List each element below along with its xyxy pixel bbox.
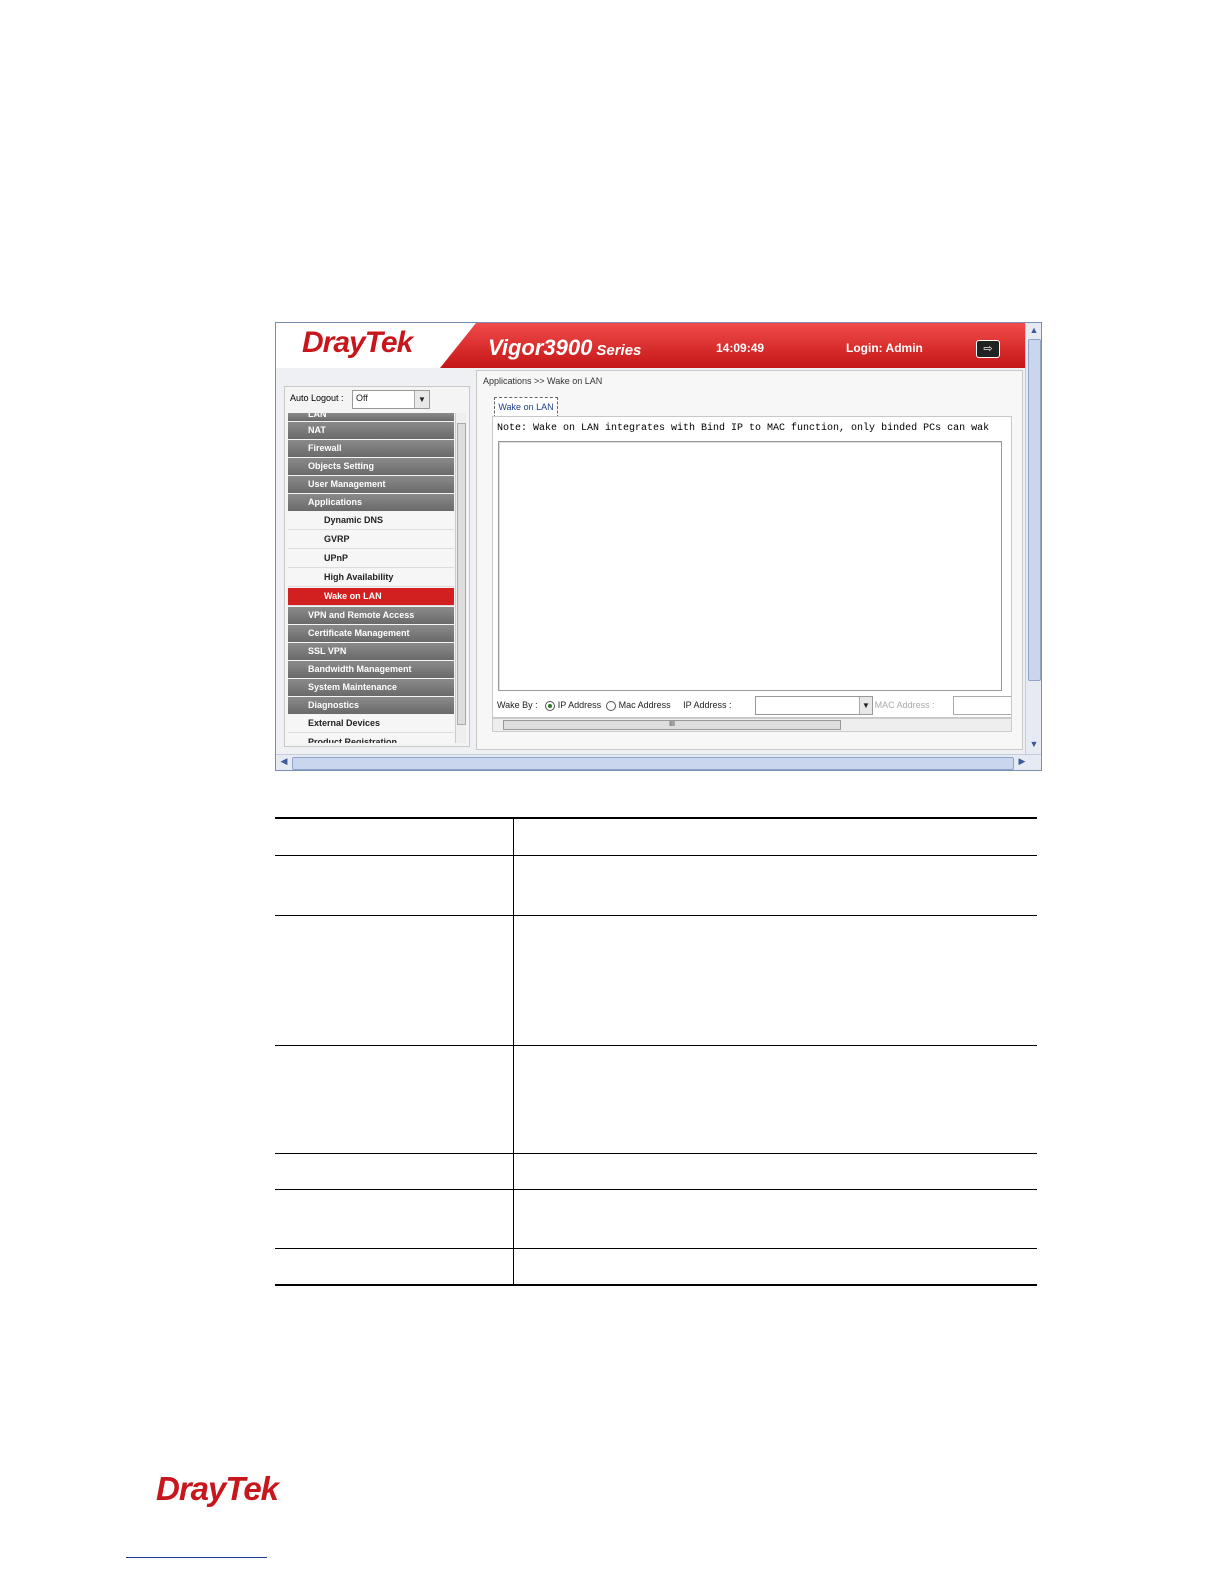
scroll-left-icon[interactable]: ◀ <box>278 756 290 768</box>
note-text: Note: Wake on LAN integrates with Bind I… <box>497 423 990 434</box>
scroll-thumb[interactable] <box>457 423 466 725</box>
scroll-thumb[interactable] <box>1028 339 1041 681</box>
sidebar-item-ssl-vpn[interactable]: SSL VPN <box>288 643 454 660</box>
radio-ip-address[interactable] <box>545 700 556 711</box>
table-cell <box>513 817 1037 856</box>
table-cell <box>275 855 514 916</box>
table-cell <box>513 855 1037 916</box>
sidebar-item-diagnostics[interactable]: Diagnostics <box>288 697 454 714</box>
browser-window: DrayTek Vigor3900 Series 14:09:49 Login: … <box>275 322 1042 771</box>
sidebar-item-objects-setting[interactable]: Objects Setting <box>288 458 454 475</box>
table-row <box>275 915 1037 1046</box>
auto-logout-value: Off <box>356 393 368 403</box>
sidebar-item-high-availability[interactable]: High Availability <box>288 569 454 587</box>
footer-draytek-logo: DrayTek <box>156 1470 279 1507</box>
sidebar-item-system-maintenance[interactable]: System Maintenance <box>288 679 454 696</box>
logo-area: DrayTek <box>276 323 476 368</box>
sidebar-item-upnp[interactable]: UPnP <box>288 550 454 568</box>
table-cell <box>513 915 1037 1046</box>
footer-divider <box>126 1557 267 1558</box>
scroll-right-icon[interactable]: ▶ <box>1016 756 1028 768</box>
tab-wake-on-lan[interactable]: Wake on LAN <box>494 397 558 418</box>
model-label: Vigor3900 <box>488 335 593 360</box>
table-row <box>275 1189 1037 1249</box>
scroll-thumb[interactable] <box>292 757 1014 770</box>
breadcrumb: Applications >> Wake on LAN <box>483 376 603 386</box>
scroll-thumb[interactable]: III <box>503 720 841 730</box>
sidebar-menu: LAN NAT Firewall Objects Setting User Manage… <box>288 413 454 743</box>
browser-horizontal-scrollbar[interactable]: ◀ ▶ <box>276 754 1041 770</box>
sidebar-item-lan[interactable]: LAN <box>288 413 454 421</box>
table-cell <box>275 915 514 1046</box>
table-row <box>275 855 1037 916</box>
radio-mac-label: Mac Address <box>618 700 671 710</box>
table-row <box>275 1045 1037 1154</box>
chevron-down-icon[interactable]: ▼ <box>414 391 429 408</box>
radio-mac-address[interactable] <box>606 700 617 711</box>
menu-scrollbar[interactable] <box>455 413 466 743</box>
table-cell <box>275 817 514 856</box>
sidebar-item-certificate-management[interactable]: Certificate Management <box>288 625 454 642</box>
table-cell <box>275 1248 514 1286</box>
table-cell <box>275 1189 514 1249</box>
chevron-down-icon[interactable]: ▼ <box>859 697 872 714</box>
logout-icon[interactable]: ⇨ <box>976 340 1000 358</box>
sidebar-item-bandwidth-management[interactable]: Bandwidth Management <box>288 661 454 678</box>
sidebar-item-user-management[interactable]: User Management <box>288 476 454 493</box>
series-label: Series <box>596 342 642 359</box>
sidebar-item-external-devices[interactable]: External Devices <box>288 715 454 733</box>
table-cell <box>513 1248 1037 1286</box>
sidebar-item-nat[interactable]: NAT <box>288 422 454 439</box>
table-cell <box>513 1189 1037 1249</box>
main-content: Applications >> Wake on LAN Wake on LAN … <box>476 370 1023 750</box>
sidebar: Auto Logout : Off ▼ LAN NAT Firewall Object… <box>284 386 470 747</box>
table-cell <box>513 1153 1037 1190</box>
ip-address-label: IP Address : <box>683 700 732 710</box>
sidebar-item-wake-on-lan[interactable]: Wake on LAN <box>288 588 454 606</box>
wol-panel: Note: Wake on LAN integrates with Bind I… <box>492 416 1012 718</box>
header-banner: DrayTek Vigor3900 Series 14:09:49 Login: … <box>276 323 1025 368</box>
clock: 14:09:49 <box>716 341 765 355</box>
browser-vertical-scrollbar[interactable]: ▲ ▼ <box>1025 323 1041 754</box>
table-cell <box>275 1045 514 1154</box>
ip-address-select[interactable]: ▼ <box>755 696 873 715</box>
table-row <box>275 1153 1037 1190</box>
wake-by-label: Wake By : <box>497 700 538 710</box>
auto-logout-select[interactable]: Off ▼ <box>352 390 430 409</box>
scroll-down-icon[interactable]: ▼ <box>1028 739 1040 751</box>
sidebar-item-applications[interactable]: Applications <box>288 494 454 511</box>
draytek-logo: DrayTek <box>302 326 413 359</box>
mac-address-label: MAC Address : <box>874 700 935 710</box>
login-status: Login: Admin <box>846 341 923 355</box>
table-cell <box>275 1153 514 1190</box>
table-row <box>275 817 1037 856</box>
table-row <box>275 1248 1037 1286</box>
panel-horizontal-scrollbar[interactable]: III <box>492 718 1012 732</box>
radio-ip-label: IP Address <box>557 700 602 710</box>
auto-logout-label: Auto Logout : <box>290 393 344 403</box>
sidebar-item-dynamic-dns[interactable]: Dynamic DNS <box>288 512 454 530</box>
description-table <box>275 817 1037 1286</box>
scroll-up-icon[interactable]: ▲ <box>1028 325 1040 337</box>
mac-address-input[interactable] <box>953 696 1011 715</box>
sidebar-item-firewall[interactable]: Firewall <box>288 440 454 457</box>
sidebar-item-vpn-and-remote-access[interactable]: VPN and Remote Access <box>288 607 454 624</box>
host-list-area[interactable] <box>498 441 1002 691</box>
model-name: Vigor3900 Series <box>488 335 641 361</box>
sidebar-item-product-registration[interactable]: Product Registration <box>288 734 454 743</box>
sidebar-item-gvrp[interactable]: GVRP <box>288 531 454 549</box>
table-cell <box>513 1045 1037 1154</box>
